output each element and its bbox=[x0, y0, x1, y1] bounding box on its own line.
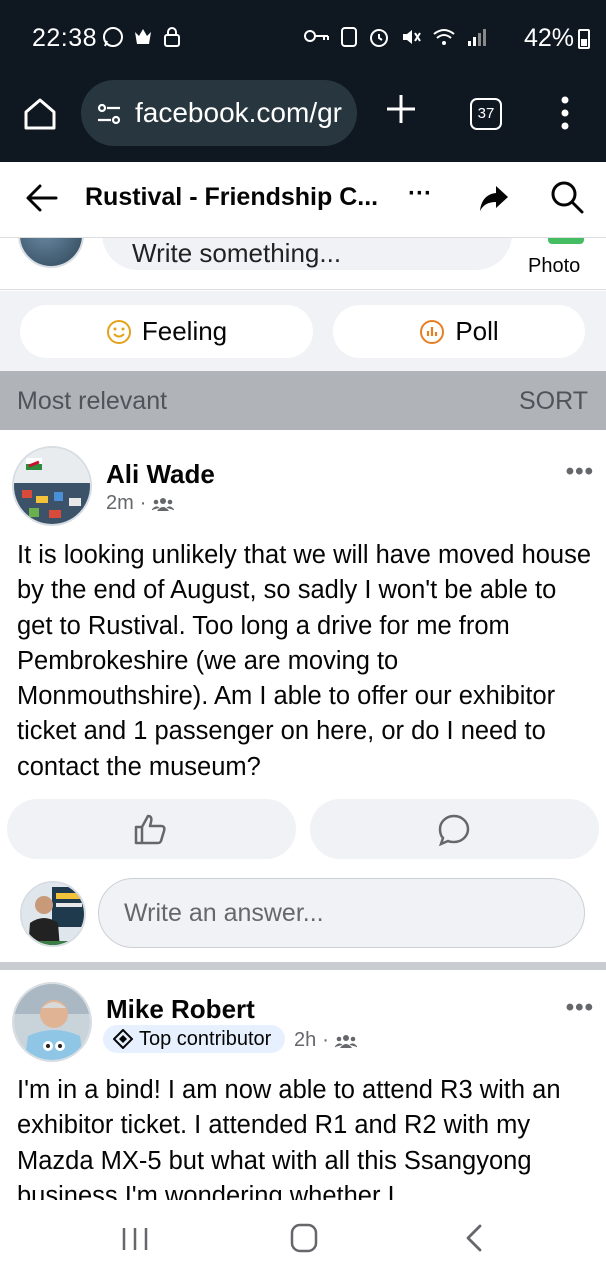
post-options-button[interactable]: ••• bbox=[566, 458, 594, 486]
system-navigation-bar bbox=[0, 1200, 606, 1280]
browser-menu-icon[interactable] bbox=[560, 96, 570, 130]
my-avatar bbox=[20, 881, 86, 947]
sort-bar: Most relevant SORT bbox=[0, 371, 606, 430]
address-bar[interactable]: facebook.com/gr bbox=[81, 80, 357, 146]
photo-button-label[interactable]: Photo bbox=[528, 255, 580, 278]
new-tab-icon[interactable] bbox=[384, 92, 418, 126]
top-contributor-badge[interactable]: Top contributor bbox=[103, 1025, 286, 1053]
author-avatar[interactable] bbox=[12, 982, 92, 1062]
system-icons bbox=[304, 26, 486, 48]
poll-button[interactable]: Poll bbox=[333, 305, 585, 358]
members-icon bbox=[334, 1034, 357, 1048]
search-icon[interactable] bbox=[550, 180, 584, 214]
post-time[interactable]: 2m bbox=[106, 492, 134, 515]
whatsapp-icon bbox=[103, 27, 123, 47]
feeling-label: Feeling bbox=[141, 316, 228, 346]
tab-switcher-button[interactable]: 37 bbox=[470, 98, 502, 130]
composer-placeholder: Write something... bbox=[132, 238, 342, 268]
wifi-icon bbox=[433, 29, 455, 45]
vpn-icon bbox=[341, 27, 357, 47]
sort-button[interactable]: SORT bbox=[519, 387, 588, 416]
post-meta: 2h · bbox=[294, 1029, 357, 1052]
recent-apps-icon[interactable] bbox=[120, 1224, 150, 1254]
my-avatar-image bbox=[22, 883, 84, 945]
browser-toolbar: facebook.com/gr 37 bbox=[0, 80, 606, 162]
cat-app-icon bbox=[135, 29, 151, 44]
signal-icon bbox=[468, 29, 486, 46]
meta-separator: · bbox=[139, 492, 147, 514]
write-answer-input[interactable]: Write an answer... bbox=[98, 878, 585, 948]
comment-button[interactable] bbox=[310, 799, 599, 859]
home-icon[interactable] bbox=[20, 94, 60, 134]
lock-icon bbox=[164, 27, 180, 47]
meta-separator: · bbox=[322, 1029, 329, 1051]
home-button-icon[interactable] bbox=[289, 1222, 319, 1254]
battery-percent: 42% bbox=[523, 24, 574, 52]
battery-icon bbox=[578, 28, 590, 49]
back-button-icon[interactable] bbox=[462, 1222, 486, 1254]
badge-label: Top contributor bbox=[139, 1027, 272, 1050]
answer-placeholder: Write an answer... bbox=[124, 899, 324, 927]
group-header: Rustival - Friendship C... ··· bbox=[0, 162, 606, 238]
contributor-diamond-icon bbox=[113, 1029, 133, 1049]
post-body: It is looking unlikely that we will have… bbox=[17, 541, 592, 781]
author-name[interactable]: Ali Wade bbox=[106, 459, 215, 490]
author-avatar[interactable] bbox=[12, 446, 92, 526]
post-time[interactable]: 2h bbox=[294, 1029, 316, 1052]
back-arrow-icon[interactable] bbox=[24, 180, 60, 216]
key-icon bbox=[304, 30, 329, 42]
composer-avatar bbox=[18, 238, 84, 268]
comment-icon bbox=[438, 814, 470, 847]
post-options-button[interactable]: ••• bbox=[566, 994, 594, 1022]
header-more-button[interactable]: ··· bbox=[408, 180, 432, 208]
mute-icon bbox=[403, 30, 421, 44]
post-type-chips: Feeling Poll bbox=[0, 291, 606, 371]
poll-icon bbox=[420, 319, 445, 344]
status-bar: 22:38 42% bbox=[0, 0, 606, 80]
post-divider bbox=[0, 962, 606, 970]
post-card: Ali Wade 2m · ••• It is looking unlikely… bbox=[0, 434, 606, 962]
author-name[interactable]: Mike Robert bbox=[106, 994, 255, 1025]
post-composer: Write something... Photo bbox=[0, 238, 606, 290]
sort-label: Most relevant bbox=[17, 387, 168, 415]
site-settings-icon[interactable] bbox=[95, 100, 123, 128]
tab-count: 37 bbox=[477, 105, 495, 122]
post-card: Mike Robert Top contributor 2h · ••• I'm… bbox=[0, 970, 606, 1200]
avatar-image bbox=[14, 984, 90, 1060]
post-body: I'm in a bind! I am now able to attend R… bbox=[17, 1076, 561, 1200]
smiley-icon bbox=[106, 319, 131, 344]
url-text: facebook.com/gr bbox=[135, 97, 342, 128]
share-icon[interactable] bbox=[478, 182, 510, 214]
avatar-image bbox=[14, 448, 90, 524]
group-title[interactable]: Rustival - Friendship C... bbox=[85, 183, 378, 212]
members-icon bbox=[152, 497, 175, 511]
alarm-icon bbox=[370, 29, 388, 47]
feeling-button[interactable]: Feeling bbox=[20, 305, 313, 358]
photo-icon[interactable] bbox=[548, 238, 584, 244]
notification-icons bbox=[102, 26, 182, 48]
poll-label: Poll bbox=[455, 316, 499, 346]
post-meta: 2m · bbox=[106, 492, 175, 515]
thumbs-up-icon bbox=[134, 814, 166, 845]
clock: 22:38 bbox=[32, 24, 98, 52]
write-something-input[interactable]: Write something... bbox=[102, 238, 512, 270]
battery-indicator: 42% bbox=[524, 24, 590, 53]
like-button[interactable] bbox=[7, 799, 296, 859]
